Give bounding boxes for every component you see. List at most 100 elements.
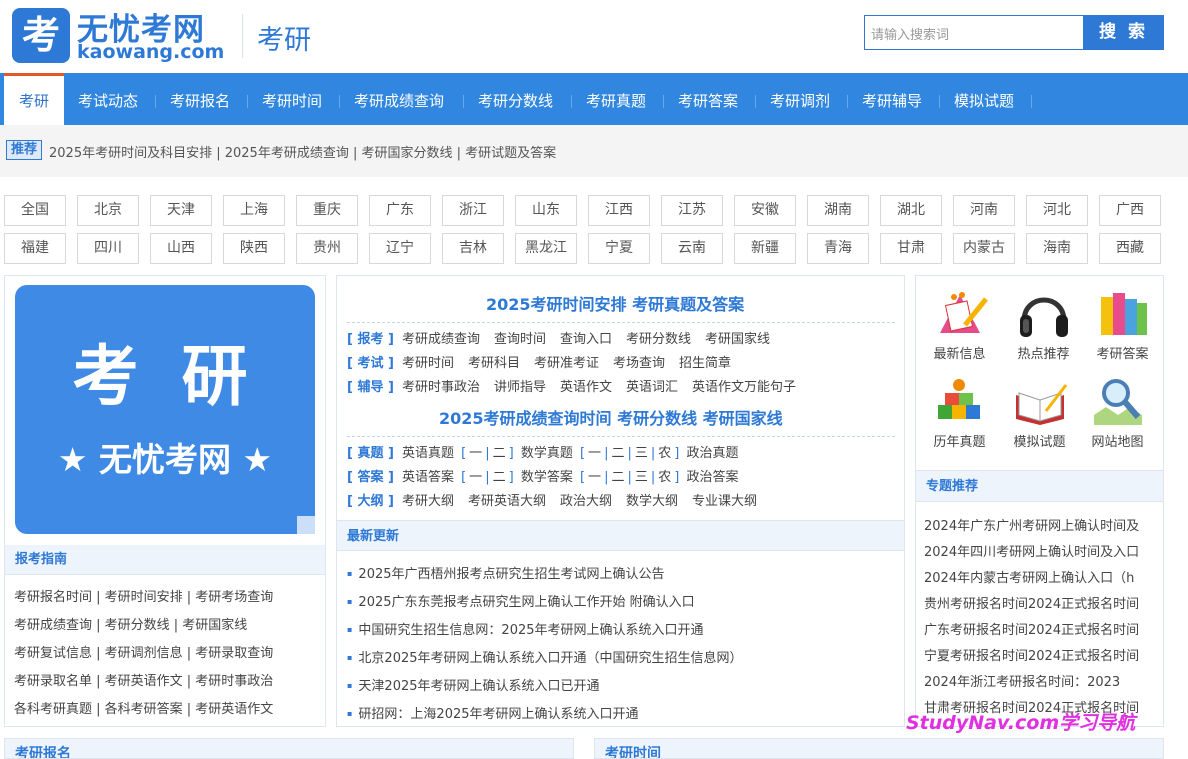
- province-button[interactable]: 西藏: [1099, 233, 1161, 264]
- nav-item-score-query[interactable]: 考研成绩查询: [354, 73, 444, 125]
- topic-item[interactable]: 2024年广东广州考研网上确认时间及: [924, 515, 1156, 534]
- province-button[interactable]: 重庆: [296, 195, 358, 226]
- link[interactable]: 一: [469, 466, 482, 485]
- province-button[interactable]: 海南: [1026, 233, 1088, 264]
- link[interactable]: 考研时间: [402, 352, 454, 371]
- mid-title-2[interactable]: 2025考研成绩查询时间 考研分数线 考研国家线: [439, 405, 783, 429]
- topic-item[interactable]: 贵州考研报名时间2024正式报名时间: [924, 593, 1156, 612]
- link[interactable]: 英语真题: [402, 442, 454, 461]
- site-logo[interactable]: 考: [12, 8, 70, 63]
- link[interactable]: 招生简章: [679, 352, 731, 371]
- link[interactable]: 政治答案: [687, 466, 739, 485]
- search-input[interactable]: 请输入搜索词: [864, 15, 1084, 50]
- province-button[interactable]: 四川: [77, 233, 139, 264]
- province-button[interactable]: 全国: [4, 195, 66, 226]
- nav-item-registration[interactable]: 考研报名: [170, 73, 230, 125]
- link[interactable]: 英语答案: [402, 466, 454, 485]
- link[interactable]: 三: [635, 442, 648, 461]
- province-button[interactable]: 贵州: [296, 233, 358, 264]
- section-registration-header[interactable]: 考研报名: [4, 738, 574, 759]
- link[interactable]: 一: [588, 442, 601, 461]
- province-button[interactable]: 天津: [150, 195, 212, 226]
- section-exam-time-header[interactable]: 考研时间: [594, 738, 1164, 759]
- province-button[interactable]: 吉林: [442, 233, 504, 264]
- search-button[interactable]: 搜 索: [1083, 15, 1164, 50]
- link[interactable]: 数学大纲: [626, 490, 678, 509]
- province-button[interactable]: 河北: [1026, 195, 1088, 226]
- link[interactable]: 数学真题: [521, 442, 573, 461]
- nav-item-past-papers[interactable]: 考研真题: [586, 73, 646, 125]
- province-button[interactable]: 陕西: [223, 233, 285, 264]
- link[interactable]: 农: [658, 442, 671, 461]
- news-item[interactable]: 中国研究生招生信息网：2025年考研网上确认系统入口开通: [347, 619, 703, 638]
- province-button[interactable]: 湖北: [880, 195, 942, 226]
- province-button[interactable]: 内蒙古: [953, 233, 1015, 264]
- province-button[interactable]: 江苏: [661, 195, 723, 226]
- province-button[interactable]: 甘肃: [880, 233, 942, 264]
- nav-item-score-line[interactable]: 考研分数线: [478, 73, 553, 125]
- province-button[interactable]: 北京: [77, 195, 139, 226]
- guide-row[interactable]: 考研复试信息 | 考研调剂信息 | 考研录取查询: [14, 642, 273, 661]
- nav-item-answers[interactable]: 考研答案: [678, 73, 738, 125]
- province-button[interactable]: 浙江: [442, 195, 504, 226]
- link[interactable]: 二: [493, 466, 506, 485]
- news-item[interactable]: 北京2025年考研网上确认系统入口开通（中国研究生招生信息网）: [347, 647, 742, 666]
- province-button[interactable]: 广西: [1099, 195, 1161, 226]
- link[interactable]: 查询入口: [560, 328, 612, 347]
- icon-link-mock-tests[interactable]: 模拟试题: [1002, 373, 1077, 450]
- province-button[interactable]: 新疆: [734, 233, 796, 264]
- link[interactable]: 考研时事政治: [402, 376, 480, 395]
- province-button[interactable]: 上海: [223, 195, 285, 226]
- province-button[interactable]: 广东: [369, 195, 431, 226]
- mid-title-1[interactable]: 2025考研时间安排 考研真题及答案: [486, 291, 744, 315]
- link[interactable]: 二: [611, 466, 624, 485]
- province-button[interactable]: 江西: [588, 195, 650, 226]
- link[interactable]: 政治大纲: [560, 490, 612, 509]
- province-button[interactable]: 宁夏: [588, 233, 650, 264]
- province-button[interactable]: 青海: [807, 233, 869, 264]
- link[interactable]: 英语作文: [560, 376, 612, 395]
- link[interactable]: 考研大纲: [402, 490, 454, 509]
- link[interactable]: 讲师指导: [494, 376, 546, 395]
- news-item[interactable]: 天津2025年考研网上确认系统入口已开通: [347, 675, 599, 694]
- recommend-links[interactable]: 2025年考研时间及科目安排 | 2025年考研成绩查询 | 考研国家分数线 |…: [49, 142, 556, 161]
- nav-item-kaoyan[interactable]: 考研: [4, 73, 64, 125]
- province-button[interactable]: 云南: [661, 233, 723, 264]
- province-button[interactable]: 山东: [515, 195, 577, 226]
- topic-item[interactable]: 宁夏考研报名时间2024正式报名时间: [924, 645, 1156, 664]
- province-button[interactable]: 辽宁: [369, 233, 431, 264]
- link[interactable]: 英语作文万能句子: [692, 376, 796, 395]
- link[interactable]: 考研准考证: [534, 352, 599, 371]
- topic-item[interactable]: 2024年浙江考研报名时间：2023: [924, 671, 1156, 690]
- news-item[interactable]: 研招网：上海2025年考研网上确认系统入口开通: [347, 703, 638, 722]
- link[interactable]: 农: [658, 466, 671, 485]
- link[interactable]: 考研科目: [468, 352, 520, 371]
- guide-row[interactable]: 各科考研真题 | 各科考研答案 | 考研英语作文: [14, 698, 273, 717]
- link[interactable]: 考研分数线: [626, 328, 691, 347]
- icon-link-past-papers[interactable]: 历年真题: [922, 373, 997, 450]
- topic-item[interactable]: 2024年四川考研网上确认时间及入口: [924, 541, 1156, 560]
- link[interactable]: 一: [469, 442, 482, 461]
- nav-item-exam-news[interactable]: 考试动态: [78, 73, 138, 125]
- link[interactable]: 考研英语大纲: [468, 490, 546, 509]
- province-button[interactable]: 福建: [4, 233, 66, 264]
- link[interactable]: 政治真题: [687, 442, 739, 461]
- icon-link-hot[interactable]: 热点推荐: [1006, 285, 1081, 362]
- link[interactable]: 查询时间: [494, 328, 546, 347]
- news-item[interactable]: 2025广东东莞报考点研究生网上确认工作开始 附确认入口: [347, 591, 694, 610]
- link[interactable]: 二: [493, 442, 506, 461]
- link[interactable]: 数学答案: [521, 466, 573, 485]
- province-button[interactable]: 黑龙江: [515, 233, 577, 264]
- link[interactable]: 考研成绩查询: [402, 328, 480, 347]
- link[interactable]: 英语词汇: [626, 376, 678, 395]
- nav-item-adjustment[interactable]: 考研调剂: [770, 73, 830, 125]
- site-url[interactable]: kaowang.com: [77, 41, 224, 63]
- icon-link-sitemap[interactable]: 网站地图: [1080, 373, 1155, 450]
- province-button[interactable]: 湖南: [807, 195, 869, 226]
- nav-item-tutoring[interactable]: 考研辅导: [862, 73, 922, 125]
- province-button[interactable]: 山西: [150, 233, 212, 264]
- kaoyan-banner[interactable]: 考 研 ★ 无忧考网 ★: [15, 285, 315, 534]
- province-button[interactable]: 安徽: [734, 195, 796, 226]
- topic-item[interactable]: 广东考研报名时间2024正式报名时间: [924, 619, 1156, 638]
- link[interactable]: 专业课大纲: [692, 490, 757, 509]
